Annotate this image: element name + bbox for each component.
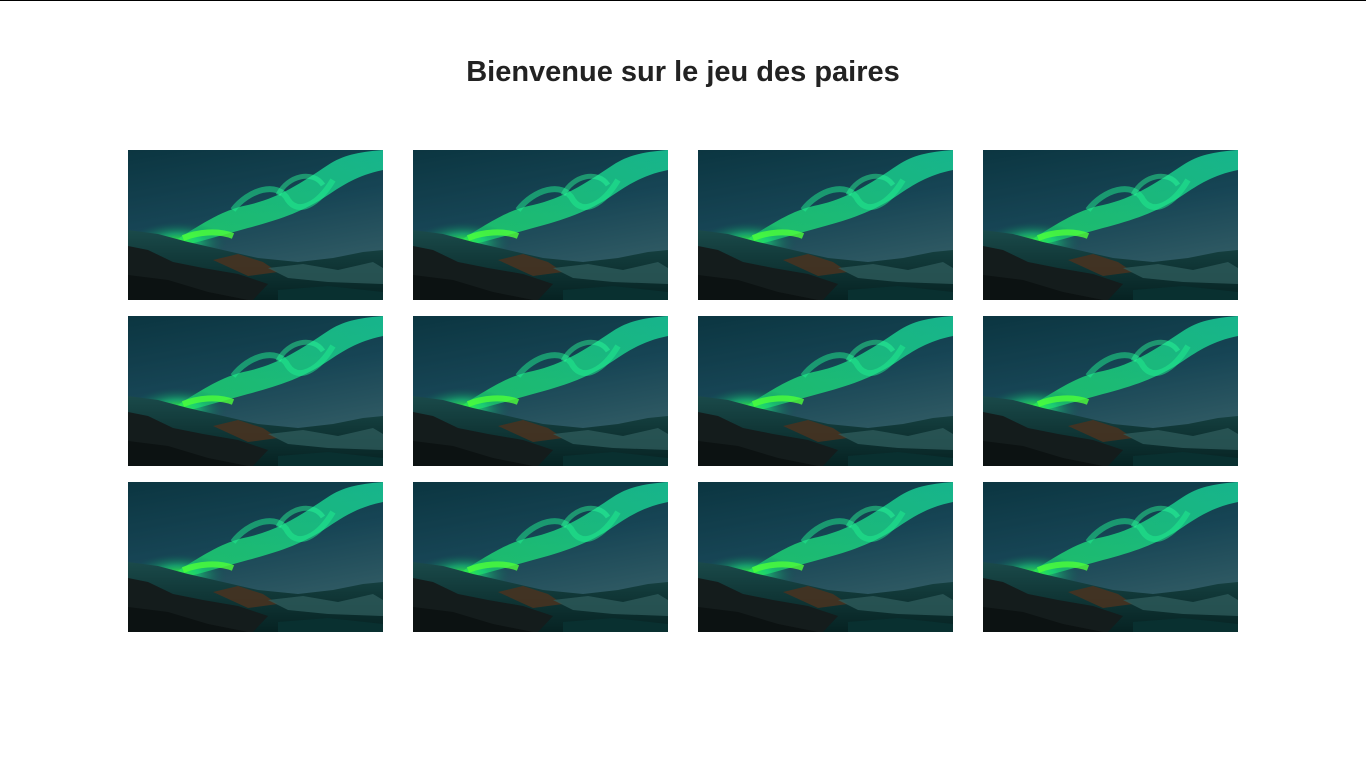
aurora-landscape-image: [983, 150, 1238, 300]
aurora-landscape-image: [128, 316, 383, 466]
card[interactable]: [413, 316, 668, 466]
card[interactable]: [413, 150, 668, 300]
page-title: Bienvenue sur le jeu des paires: [466, 56, 900, 88]
card[interactable]: [983, 150, 1238, 300]
card[interactable]: [128, 316, 383, 466]
card[interactable]: [413, 482, 668, 632]
aurora-landscape-image: [128, 482, 383, 632]
aurora-landscape-image: [128, 150, 383, 300]
card[interactable]: [698, 150, 953, 300]
card[interactable]: [698, 316, 953, 466]
card[interactable]: [983, 482, 1238, 632]
aurora-landscape-image: [698, 150, 953, 300]
card[interactable]: [698, 482, 953, 632]
card-grid: [128, 150, 1238, 632]
aurora-landscape-image: [698, 316, 953, 466]
aurora-landscape-image: [698, 482, 953, 632]
aurora-landscape-image: [413, 482, 668, 632]
aurora-landscape-image: [413, 316, 668, 466]
aurora-landscape-image: [983, 482, 1238, 632]
card[interactable]: [983, 316, 1238, 466]
aurora-landscape-image: [983, 316, 1238, 466]
card[interactable]: [128, 482, 383, 632]
aurora-landscape-image: [413, 150, 668, 300]
top-border: [0, 0, 1366, 1]
card[interactable]: [128, 150, 383, 300]
